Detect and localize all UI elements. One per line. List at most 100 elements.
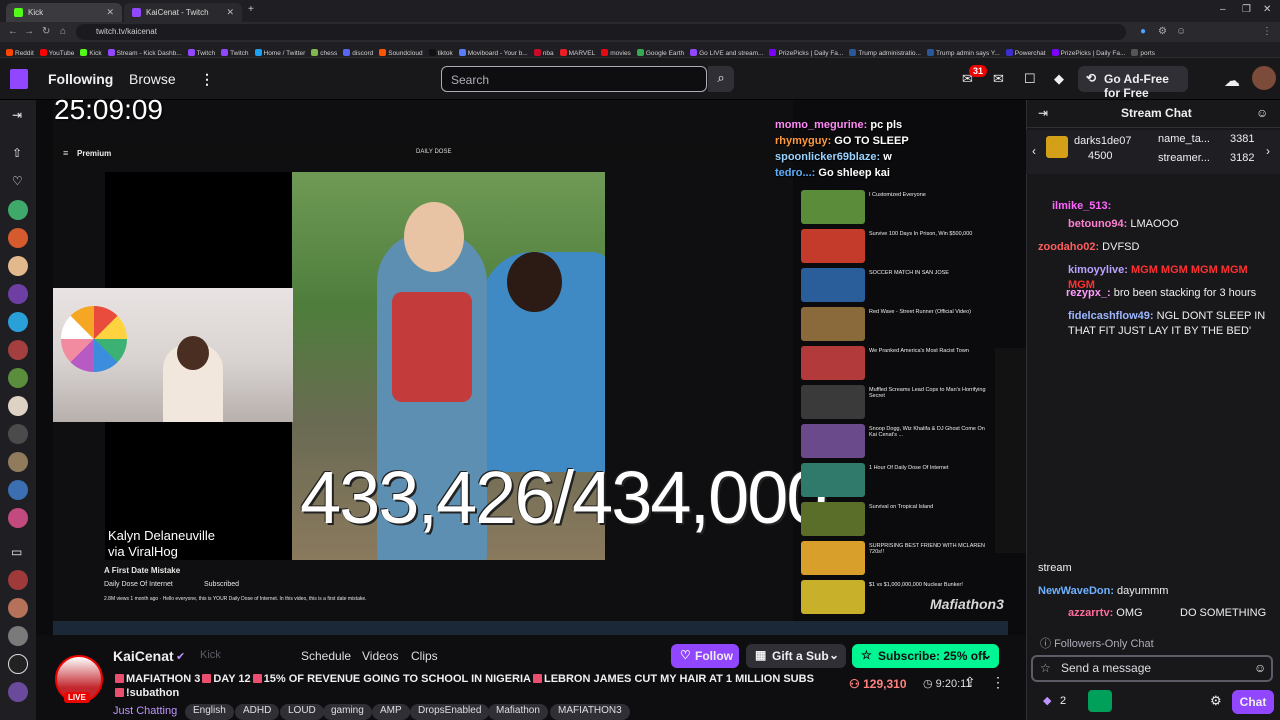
subscribe-button[interactable]: ☆ Subscribe: 25% off ⌄ xyxy=(852,644,999,668)
menu-icon[interactable]: ⋮ xyxy=(1262,26,1272,37)
channel-avatar[interactable] xyxy=(8,452,28,472)
channel-avatar[interactable] xyxy=(8,508,28,528)
chat-username[interactable]: kimoyylive: xyxy=(1068,264,1128,276)
bookmark-item[interactable]: movies xyxy=(601,49,631,57)
tag-pill[interactable]: Mafiathon xyxy=(488,704,548,720)
notifications-icon[interactable]: ☐ xyxy=(1024,71,1036,87)
back-icon[interactable]: ← xyxy=(8,26,18,37)
tag-pill[interactable]: ADHD xyxy=(235,704,280,720)
bookmark-item[interactable]: Trump administratio... xyxy=(849,49,921,57)
new-tab-icon[interactable]: + xyxy=(248,4,254,15)
channel-avatar[interactable] xyxy=(8,256,28,276)
chat-username[interactable]: rezypx_: xyxy=(1066,287,1111,299)
chat-username[interactable]: betouno94: xyxy=(1068,218,1127,230)
bookmark-item[interactable]: Soundcloud xyxy=(379,49,423,57)
bookmark-item[interactable]: PrizePicks | Daily Fa... xyxy=(769,49,843,57)
bookmark-item[interactable]: Reddit xyxy=(6,49,34,57)
expand-sidebar-icon[interactable]: ⇥ xyxy=(12,108,22,122)
bookmark-item[interactable]: ports xyxy=(1131,49,1155,57)
channel-avatar[interactable] xyxy=(8,480,28,500)
bookmark-item[interactable]: Google Earth xyxy=(636,49,684,57)
close-tab-icon[interactable]: ✕ xyxy=(106,7,114,18)
prediction-icon[interactable] xyxy=(1088,690,1112,712)
go-ad-free-button[interactable]: ⟲ Go Ad-Free for Free xyxy=(1078,66,1188,100)
tag-pill[interactable]: DropsEnabled xyxy=(410,704,490,720)
tab-videos[interactable]: Videos xyxy=(362,649,398,663)
heart-icon[interactable]: ♡ xyxy=(12,174,23,188)
users-icon[interactable]: ☺ xyxy=(1256,106,1268,120)
bookmark-item[interactable]: Powerchat xyxy=(1005,49,1046,57)
bits-icon[interactable]: ☁ xyxy=(1224,71,1240,91)
next-gifter-icon[interactable]: › xyxy=(1266,144,1270,158)
home-icon[interactable]: ⌂ xyxy=(60,26,66,37)
followed-heart-icon[interactable]: ⇧ xyxy=(12,146,22,160)
channel-avatar[interactable] xyxy=(8,598,28,618)
bookmark-item[interactable]: YouTube xyxy=(39,49,74,57)
bookmark-item[interactable]: Kick xyxy=(80,49,102,57)
tag-pill[interactable]: AMP xyxy=(372,704,410,720)
more-options-icon[interactable]: ⋮ xyxy=(991,674,1005,691)
extension-icon[interactable]: ● xyxy=(1140,26,1146,37)
share-icon[interactable]: ⇪ xyxy=(964,674,976,691)
bookmark-item[interactable]: Go LIVE and stream... xyxy=(690,49,763,57)
tag-pill[interactable]: LOUD xyxy=(280,704,324,720)
url-field[interactable]: twitch.tv/kaicenat xyxy=(76,24,1126,40)
bookmark-item[interactable]: tiktok xyxy=(428,49,453,57)
browser-tab-kick[interactable]: Kick ✕ xyxy=(6,3,122,22)
twitch-logo-icon[interactable] xyxy=(10,69,28,89)
crown-icon[interactable]: ◆ xyxy=(1054,71,1064,87)
search-input[interactable]: Search xyxy=(441,66,707,92)
channel-avatar[interactable] xyxy=(8,228,28,248)
channel-avatar[interactable] xyxy=(8,626,28,646)
channel-avatar[interactable] xyxy=(8,570,28,590)
channel-avatar[interactable] xyxy=(8,424,28,444)
collapse-chat-icon[interactable]: ⇥ xyxy=(1038,106,1048,120)
chat-username[interactable]: fidelcashflow49: xyxy=(1068,310,1154,322)
close-tab-icon[interactable]: ✕ xyxy=(226,7,234,18)
bookmark-item[interactable]: Twitch xyxy=(221,49,249,57)
nav-browse[interactable]: Browse xyxy=(129,71,176,87)
forward-icon[interactable]: → xyxy=(24,26,34,37)
emoji-icon[interactable]: ☺ xyxy=(1254,661,1266,675)
channel-avatar[interactable] xyxy=(8,312,28,332)
bookmark-item[interactable]: nba xyxy=(533,49,554,57)
tag-pill[interactable]: gaming xyxy=(323,704,372,720)
bookmark-item[interactable]: Moviboard - Your b... xyxy=(458,49,528,57)
bookmark-item[interactable]: MARVEL xyxy=(559,49,595,57)
maximize-icon[interactable]: ❐ xyxy=(1242,4,1251,15)
chat-settings-gear-icon[interactable]: ⚙ xyxy=(1210,693,1222,709)
video-camera-icon[interactable]: ▭ xyxy=(11,545,22,559)
tab-schedule[interactable]: Schedule xyxy=(301,649,351,663)
search-icon[interactable]: ⌕ xyxy=(708,66,734,92)
gift-sub-button[interactable]: ▦ Gift a Sub ⌄ xyxy=(746,644,846,668)
chat-username[interactable]: azzarrtv: xyxy=(1068,607,1113,619)
bookmark-item[interactable]: discord xyxy=(343,49,373,57)
channel-avatar[interactable] xyxy=(8,368,28,388)
prev-gifter-icon[interactable]: ‹ xyxy=(1032,144,1036,158)
follow-button[interactable]: ♡ Follow xyxy=(671,644,739,668)
emote-star-icon[interactable]: ☆ xyxy=(1040,661,1051,675)
channel-avatar[interactable] xyxy=(8,200,28,220)
whisper-icon[interactable]: ✉ xyxy=(993,71,1004,87)
chat-username[interactable]: ilmike_513: xyxy=(1052,200,1111,212)
channel-avatar[interactable] xyxy=(8,654,28,674)
profile-icon[interactable]: ☺ xyxy=(1176,26,1186,37)
reload-icon[interactable]: ↻ xyxy=(42,26,50,37)
category-link[interactable]: Just Chatting xyxy=(113,705,177,717)
channel-points-icon[interactable]: ◆ xyxy=(1043,694,1051,707)
chat-username[interactable]: NewWaveDon: xyxy=(1038,585,1114,597)
nav-following[interactable]: Following xyxy=(48,71,113,87)
close-window-icon[interactable]: ✕ xyxy=(1263,4,1271,15)
chat-username[interactable]: zoodaho02: xyxy=(1038,241,1099,253)
browser-tab-twitch[interactable]: KaiCenat - Twitch ✕ xyxy=(124,3,242,22)
channel-name[interactable]: KaiCenat xyxy=(113,648,174,664)
channel-avatar[interactable] xyxy=(8,396,28,416)
bookmark-item[interactable]: Stream - Kick Dashb... xyxy=(107,49,182,57)
tag-pill[interactable]: MAFIATHON3 xyxy=(550,704,630,720)
bookmark-item[interactable]: chess xyxy=(311,49,337,57)
tab-clips[interactable]: Clips xyxy=(411,649,438,663)
channel-avatar[interactable] xyxy=(8,340,28,360)
channel-avatar[interactable] xyxy=(8,284,28,304)
minimize-icon[interactable]: – xyxy=(1220,4,1226,15)
tag-pill[interactable]: English xyxy=(185,704,234,720)
